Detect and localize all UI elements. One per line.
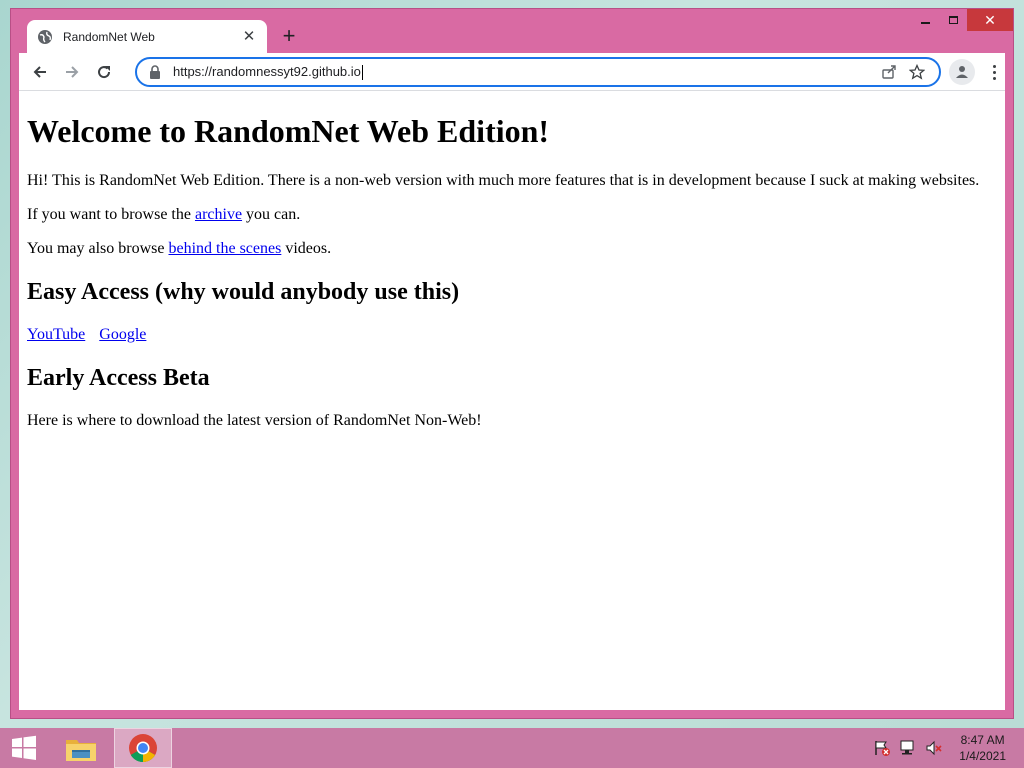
browser-tab[interactable]: RandomNet Web ✕ xyxy=(27,20,267,53)
browser-window: RandomNet Web ✕ + ✕ https://randomnessyt… xyxy=(10,8,1014,719)
file-explorer-icon[interactable] xyxy=(52,728,110,768)
intro-text: Hi! This is RandomNet Web Edition. There… xyxy=(27,172,980,189)
page-title: Welcome to RandomNet Web Edition! xyxy=(27,113,550,149)
browser-toolbar: https://randomnessyt92.github.io xyxy=(19,53,1005,91)
chrome-icon[interactable] xyxy=(114,728,172,768)
beta-text: Here is where to download the latest ver… xyxy=(27,412,482,429)
windows-start-icon[interactable] xyxy=(0,728,48,768)
lock-icon[interactable] xyxy=(149,65,161,79)
archive-link[interactable]: archive xyxy=(195,206,242,223)
star-icon[interactable] xyxy=(903,58,931,86)
new-tab-icon[interactable]: + xyxy=(277,25,301,49)
globe-icon xyxy=(37,29,53,45)
address-bar[interactable]: https://randomnessyt92.github.io xyxy=(135,57,941,87)
back-icon[interactable] xyxy=(25,57,55,87)
behind-the-scenes-paragraph: You may also browse behind the scenes vi… xyxy=(27,240,332,257)
desktop: RandomNet Web ✕ + ✕ https://randomnessyt… xyxy=(0,0,1024,768)
youtube-link[interactable]: YouTube xyxy=(27,326,85,343)
share-icon[interactable] xyxy=(875,58,903,86)
forward-icon[interactable] xyxy=(57,57,87,87)
clock-time: 8:47 AM xyxy=(960,733,1005,747)
profile-icon[interactable] xyxy=(949,59,975,85)
clock[interactable]: 8:47 AM 1/4/2021 xyxy=(959,732,1006,764)
title-bar[interactable]: RandomNet Web ✕ + ✕ xyxy=(11,9,1013,53)
archive-paragraph: If you want to browse the archive you ca… xyxy=(27,206,301,223)
behind-the-scenes-link[interactable]: behind the scenes xyxy=(168,240,281,257)
close-icon[interactable]: ✕ xyxy=(241,28,257,45)
action-center-icon[interactable] xyxy=(871,737,893,759)
clock-date: 1/4/2021 xyxy=(959,749,1006,763)
taskbar: 8:47 AM 1/4/2021 xyxy=(0,728,1024,768)
easy-access-heading: Easy Access (why would anybody use this) xyxy=(27,279,460,305)
minimize-icon[interactable] xyxy=(911,9,939,31)
volume-muted-icon[interactable] xyxy=(923,737,945,759)
window-close-icon[interactable]: ✕ xyxy=(967,9,1013,31)
easy-access-links: YouTube Google xyxy=(27,326,997,344)
page-content: Welcome to RandomNet Web Edition! Hi! Th… xyxy=(19,91,1005,710)
tab-title: RandomNet Web xyxy=(63,29,155,44)
beta-heading: Early Access Beta xyxy=(27,365,210,391)
network-icon[interactable] xyxy=(897,737,919,759)
google-link[interactable]: Google xyxy=(99,326,146,343)
url-text[interactable]: https://randomnessyt92.github.io xyxy=(173,64,875,81)
reload-icon[interactable] xyxy=(89,57,119,87)
menu-icon[interactable] xyxy=(981,59,1007,85)
system-tray: 8:47 AM 1/4/2021 xyxy=(867,728,1006,768)
maximize-icon[interactable] xyxy=(939,9,967,31)
window-controls: ✕ xyxy=(911,9,1013,35)
